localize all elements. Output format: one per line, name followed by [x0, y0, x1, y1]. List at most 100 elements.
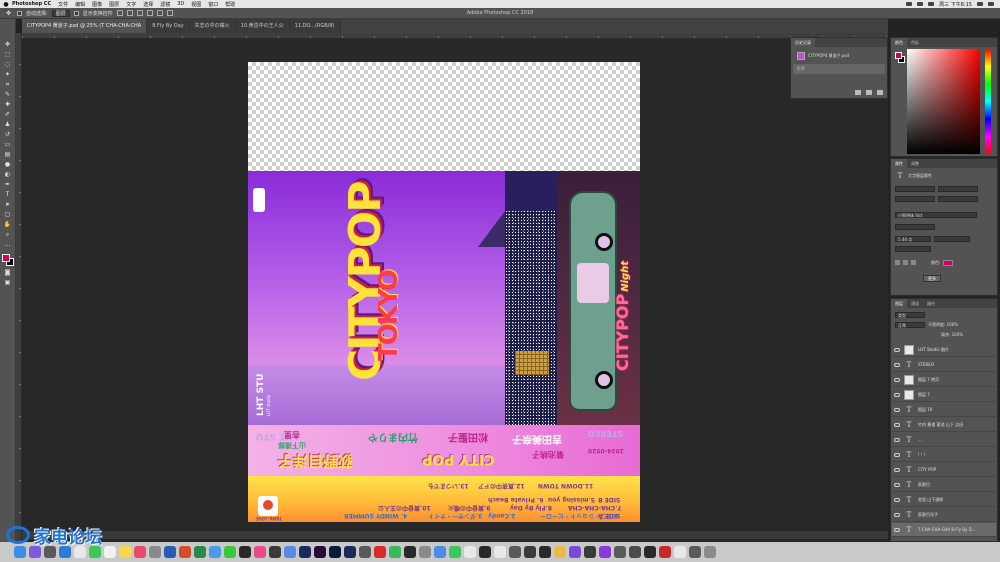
wechat-icon[interactable] [224, 546, 236, 558]
color-field[interactable] [907, 49, 980, 154]
trash-icon[interactable] [877, 90, 883, 95]
snapshot-icon[interactable] [855, 90, 861, 95]
magic-wand-icon[interactable]: ✦ [3, 71, 12, 78]
menu-image[interactable]: 图像 [92, 1, 102, 8]
tab-5[interactable]: 11.DO...(RGB/8) [289, 19, 341, 33]
terminal-icon[interactable] [239, 546, 251, 558]
app-icon[interactable] [629, 546, 641, 558]
font-size-field[interactable]: 5.44 点 [895, 235, 931, 242]
app-icon[interactable] [419, 546, 431, 558]
tab-layers[interactable]: 图层 [891, 299, 907, 308]
lasso-icon[interactable]: ◌ [3, 61, 12, 68]
menu-select[interactable]: 选择 [143, 1, 153, 8]
menu-app[interactable]: Photoshop CC [12, 1, 51, 7]
eye-icon[interactable] [894, 392, 900, 397]
menu-type[interactable]: 文字 [126, 1, 136, 8]
align-bottom-icon[interactable] [166, 10, 173, 16]
eye-icon[interactable] [894, 407, 900, 412]
eye-icon[interactable] [894, 467, 900, 472]
layer-row[interactable]: LHT Studio 图片 [892, 343, 996, 357]
tracking-field[interactable] [895, 245, 931, 252]
tab-color[interactable]: 颜色 [891, 38, 907, 47]
quick-mask-icon[interactable]: ◙ [3, 269, 12, 276]
stamp-icon[interactable]: ♟ [3, 121, 12, 128]
app-icon[interactable] [584, 546, 596, 558]
layer-row[interactable]: T STEREO [892, 358, 996, 372]
hand-icon[interactable]: ✋ [3, 221, 12, 228]
app-icon[interactable] [494, 546, 506, 558]
layer-row[interactable]: 图层 7 拷贝 [892, 373, 996, 387]
healing-icon[interactable]: ✚ [3, 101, 12, 108]
app-icon[interactable] [269, 546, 281, 558]
eye-icon[interactable] [894, 497, 900, 502]
height-field[interactable] [938, 185, 978, 192]
tab-fly-by-day[interactable]: 8.Fly By Day [147, 19, 190, 33]
layer-row[interactable]: T 荻野目洋子 [892, 508, 996, 522]
app-icon[interactable] [614, 546, 626, 558]
menu-help[interactable]: 帮助 [225, 1, 235, 8]
text-color-chip[interactable] [943, 259, 954, 266]
font-family-select[interactable]: 小冢明体 Std [895, 211, 977, 218]
hue-slider[interactable] [985, 49, 991, 154]
more-tools-icon[interactable]: … [3, 241, 12, 248]
eye-icon[interactable] [894, 422, 900, 427]
word-icon[interactable] [164, 546, 176, 558]
leading-field[interactable] [934, 235, 970, 242]
move-icon[interactable]: ✥ [3, 41, 12, 48]
app-icon[interactable] [254, 546, 266, 558]
align-center-icon[interactable] [126, 10, 133, 16]
y-field[interactable] [938, 195, 978, 202]
app-icon[interactable] [404, 546, 416, 558]
align-left-icon[interactable] [116, 10, 123, 16]
eyedropper-icon[interactable]: ✎ [3, 91, 12, 98]
layer-row[interactable]: T CITY POP [892, 463, 996, 477]
list-icon[interactable] [988, 2, 994, 6]
wifi-icon[interactable] [906, 2, 913, 6]
app-icon[interactable] [524, 546, 536, 558]
auto-select-checkbox[interactable] [17, 10, 22, 16]
history-brush-icon[interactable]: ↺ [3, 131, 12, 138]
screen-mode-icon[interactable]: ▣ [3, 279, 12, 286]
powerpoint-icon[interactable] [179, 546, 191, 558]
history-open[interactable]: 打开 [793, 64, 885, 74]
app-icon[interactable] [359, 546, 371, 558]
menu-3d[interactable]: 3D [177, 1, 184, 7]
app-icon[interactable] [284, 546, 296, 558]
align-right-icon[interactable] [136, 10, 143, 16]
audition-icon[interactable] [329, 546, 341, 558]
tab-adjustments[interactable]: 调整 [907, 159, 923, 168]
width-field[interactable] [895, 185, 935, 192]
crop-icon[interactable]: ⌗ [3, 81, 12, 88]
menu-window[interactable]: 窗口 [208, 1, 218, 8]
volume-icon[interactable] [928, 2, 935, 6]
path-select-icon[interactable]: ➤ [3, 201, 12, 208]
brush-icon[interactable]: ✐ [3, 111, 12, 118]
tab-citypop4[interactable]: CITYPOP4 黄道子.psd @ 25% (T CHA-CHA-CHA [22, 19, 148, 33]
app-icon[interactable] [554, 546, 566, 558]
eraser-icon[interactable]: ▭ [3, 141, 12, 148]
align-right-text-icon[interactable] [911, 260, 916, 265]
align-left-text-icon[interactable] [895, 260, 900, 265]
tab-3[interactable]: 失恋の中の嘴火 [189, 19, 236, 33]
pen-icon[interactable]: ✒ [3, 181, 12, 188]
document-canvas[interactable]: CITYPOP TOKYO LHT STU LHT studio CITYPOP… [248, 62, 640, 522]
app-icon[interactable] [569, 546, 581, 558]
blend-mode-select[interactable]: 正常 [895, 321, 925, 328]
eye-icon[interactable] [894, 347, 900, 352]
menu-filter[interactable]: 滤镜 [160, 1, 170, 8]
settings-icon[interactable] [149, 546, 161, 558]
align-top-icon[interactable] [146, 10, 153, 16]
menu-view[interactable]: 视图 [191, 1, 201, 8]
eye-icon[interactable] [894, 377, 900, 382]
layer-kind-select[interactable]: 类型 [895, 311, 925, 318]
eye-icon[interactable] [894, 527, 900, 532]
ableton-live-icon[interactable] [539, 546, 551, 558]
menu-layer[interactable]: 图层 [109, 1, 119, 8]
zoom-icon[interactable]: ⌕ [3, 231, 12, 238]
align-middle-icon[interactable] [156, 10, 163, 16]
layer-row[interactable]: 图层 7 [892, 388, 996, 402]
fill-field[interactable]: 填充: 100% [941, 332, 963, 338]
color-swatches[interactable] [1, 254, 14, 266]
battery-icon[interactable] [917, 2, 924, 6]
app-icon[interactable] [689, 546, 701, 558]
